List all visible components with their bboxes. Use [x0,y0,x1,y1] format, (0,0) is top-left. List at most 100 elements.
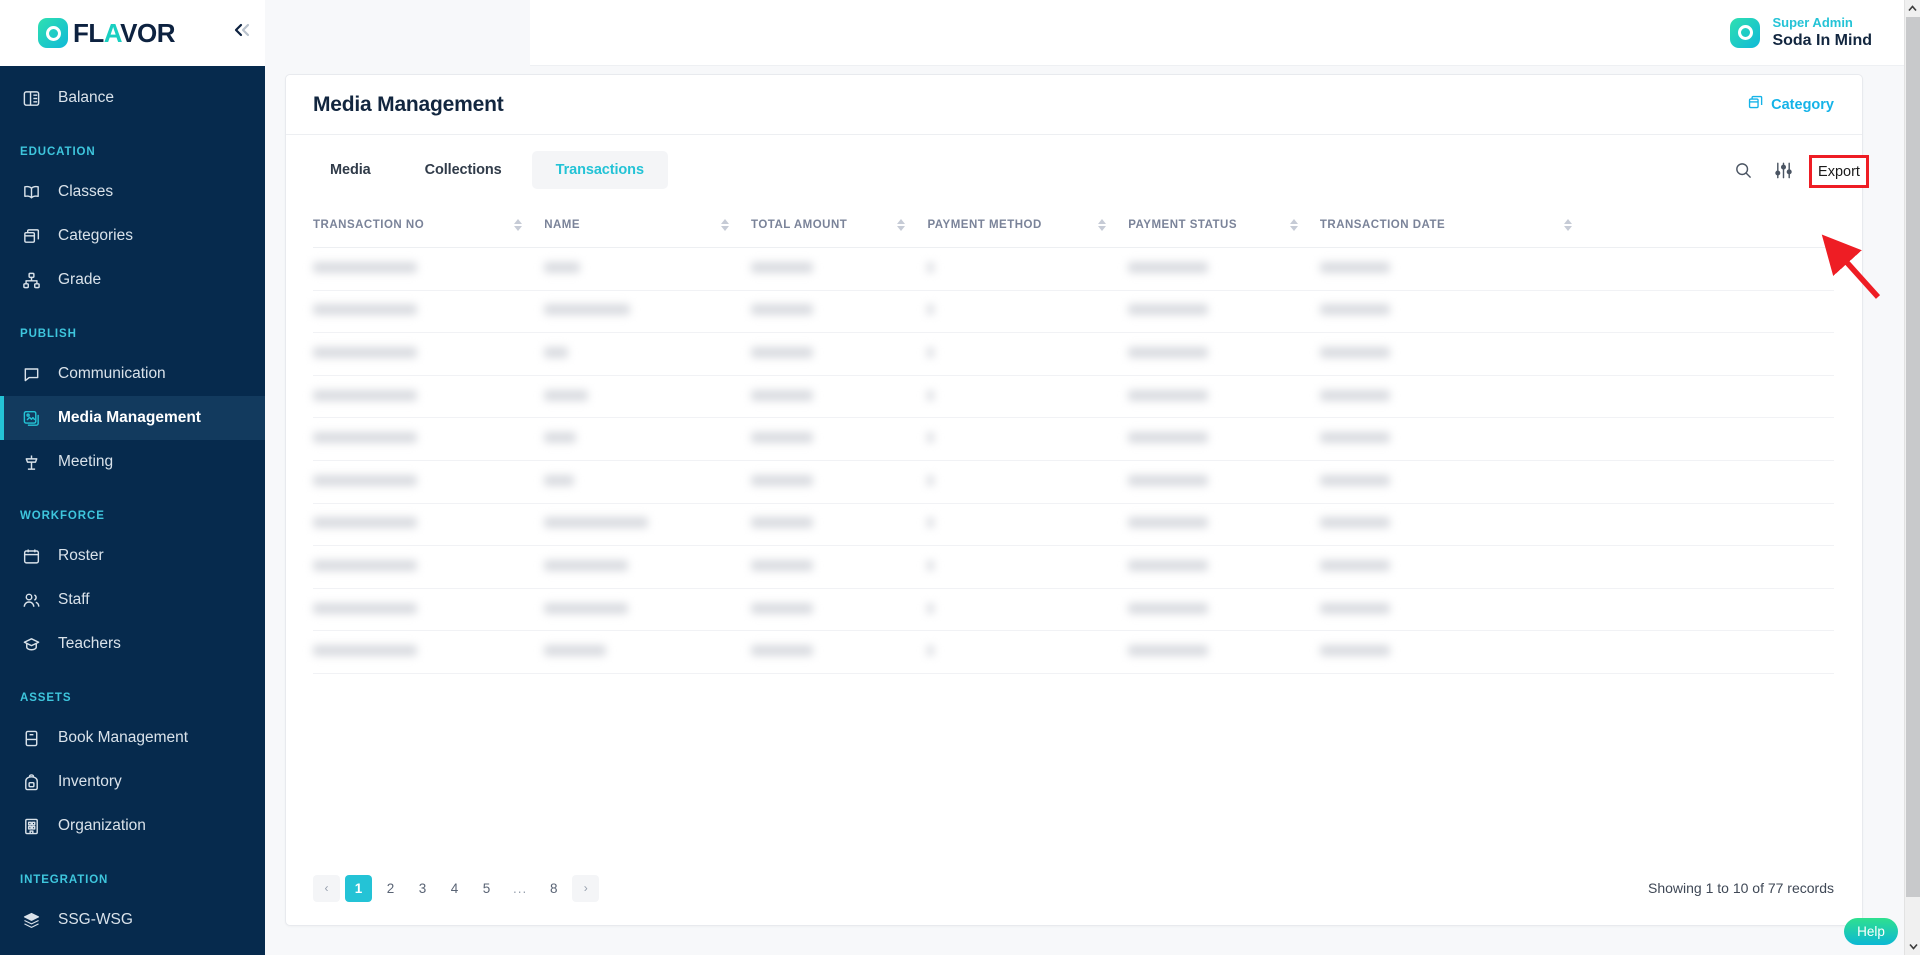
col-transaction-no[interactable]: TRANSACTION NO [313,205,544,248]
category-button[interactable]: Category [1747,94,1834,115]
redacted-value [313,304,417,315]
cell-payment-status [1128,588,1320,631]
table-row[interactable] [313,631,1834,674]
pagination-page-1[interactable]: 1 [345,875,372,902]
col-label: TRANSACTION DATE [1320,219,1445,231]
tab-media[interactable]: Media [306,151,395,189]
pagination-page-3[interactable]: 3 [409,875,436,902]
main-content: Super Admin Soda In Mind Media Managemen… [265,0,1920,955]
table-row[interactable] [313,248,1834,291]
sort-toggle-icon[interactable] [721,219,729,231]
cell-actions [1594,503,1834,546]
sort-toggle-icon[interactable] [897,219,905,231]
cell-total-amount [751,290,927,333]
sidebar-item-staff[interactable]: Staff [0,578,265,622]
cell-name [544,460,751,503]
sidebar-item-label: Meeting [58,453,113,471]
sort-toggle-icon[interactable] [1564,219,1572,231]
col-transaction-date[interactable]: TRANSACTION DATE [1320,205,1594,248]
double-chevron-left-icon[interactable] [232,21,254,39]
sidebar-item-ssg-wsg[interactable]: SSG-WSG [0,898,265,942]
cell-payment-method [927,333,1128,376]
table-footer: ‹12345...8› Showing 1 to 10 of 77 record… [286,851,1862,925]
search-icon[interactable] [1734,161,1753,180]
redacted-value [1128,262,1208,273]
redacted-value [751,560,813,571]
table-row[interactable] [313,546,1834,589]
sidebar-item-categories[interactable]: Categories [0,214,265,258]
pagination-page-8[interactable]: 8 [540,875,567,902]
sidebar-item-classes[interactable]: Classes [0,170,265,214]
sidebar-item-label: Communication [58,365,166,383]
sidebar-item-meeting[interactable]: Meeting [0,440,265,484]
sidebar-item-organization[interactable]: Organization [0,804,265,848]
sidebar-item-communication[interactable]: Communication [0,352,265,396]
sidebar-item-balance[interactable]: Balance [0,76,265,120]
help-button[interactable]: Help [1844,918,1898,945]
scrollbar-thumb[interactable] [1906,17,1920,897]
sort-toggle-icon[interactable] [1290,219,1298,231]
cell-transaction-no [313,588,544,631]
col-payment-method[interactable]: PAYMENT METHOD [927,205,1128,248]
sidebar-item-label: Media Management [58,409,201,427]
sidebar-section-education: EDUCATION [0,146,265,158]
redacted-value [313,603,417,614]
scroll-up-arrow-icon[interactable] [1905,0,1920,17]
pagination-prev-button[interactable]: ‹ [313,875,340,902]
sort-toggle-icon[interactable] [1098,219,1106,231]
table-row[interactable] [313,375,1834,418]
cell-payment-method [927,588,1128,631]
sort-toggle-icon[interactable] [514,219,522,231]
redacted-value [313,347,417,358]
tab-collections[interactable]: Collections [401,151,526,189]
redacted-value [927,390,934,401]
user-profile[interactable]: Super Admin Soda In Mind [1730,15,1872,50]
table-row[interactable] [313,333,1834,376]
table-row[interactable] [313,460,1834,503]
pagination-page-5[interactable]: 5 [473,875,500,902]
pagination-page-2[interactable]: 2 [377,875,404,902]
filter-sliders-icon[interactable] [1774,161,1793,180]
sidebar-item-roster[interactable]: Roster [0,534,265,578]
col-total-amount[interactable]: TOTAL AMOUNT [751,205,927,248]
sidebar-item-label: Roster [58,547,104,565]
cell-transaction-no [313,460,544,503]
redacted-value [751,304,813,315]
redacted-value [1128,560,1208,571]
page-scrollbar[interactable] [1904,0,1920,955]
sidebar-item-book-management[interactable]: Book Management [0,716,265,760]
cell-name [544,588,751,631]
sidebar-section-workforce: WORKFORCE [0,510,265,522]
cell-transaction-no [313,418,544,461]
pagination-page-4[interactable]: 4 [441,875,468,902]
redacted-value [927,560,934,571]
tabs-row: Media Collections Transactions [286,135,1862,205]
cell-payment-status [1128,546,1320,589]
building-icon [20,815,42,837]
sidebar-item-label: Teachers [58,635,121,653]
cell-transaction-date [1320,546,1594,589]
table-body [313,248,1834,674]
cell-payment-status [1128,503,1320,546]
redacted-value [1128,475,1208,486]
table-row[interactable] [313,588,1834,631]
pagination-next-button[interactable]: › [572,875,599,902]
sidebar-item-media-management[interactable]: Media Management [0,396,265,440]
sidebar-item-label: Balance [58,89,114,107]
tab-transactions[interactable]: Transactions [532,151,668,189]
redacted-value [1128,432,1208,443]
redacted-value [544,645,606,656]
redacted-value [544,560,628,571]
redacted-value [313,432,417,443]
sidebar-item-grade[interactable]: Grade [0,258,265,302]
table-row[interactable] [313,418,1834,461]
sidebar-item-inventory[interactable]: Inventory [0,760,265,804]
cell-total-amount [751,460,927,503]
scroll-down-arrow-icon[interactable] [1905,938,1920,955]
table-row[interactable] [313,503,1834,546]
sidebar-item-teachers[interactable]: Teachers [0,622,265,666]
col-payment-status[interactable]: PAYMENT STATUS [1128,205,1320,248]
col-name[interactable]: NAME [544,205,751,248]
redacted-value [544,517,648,528]
table-row[interactable] [313,290,1834,333]
